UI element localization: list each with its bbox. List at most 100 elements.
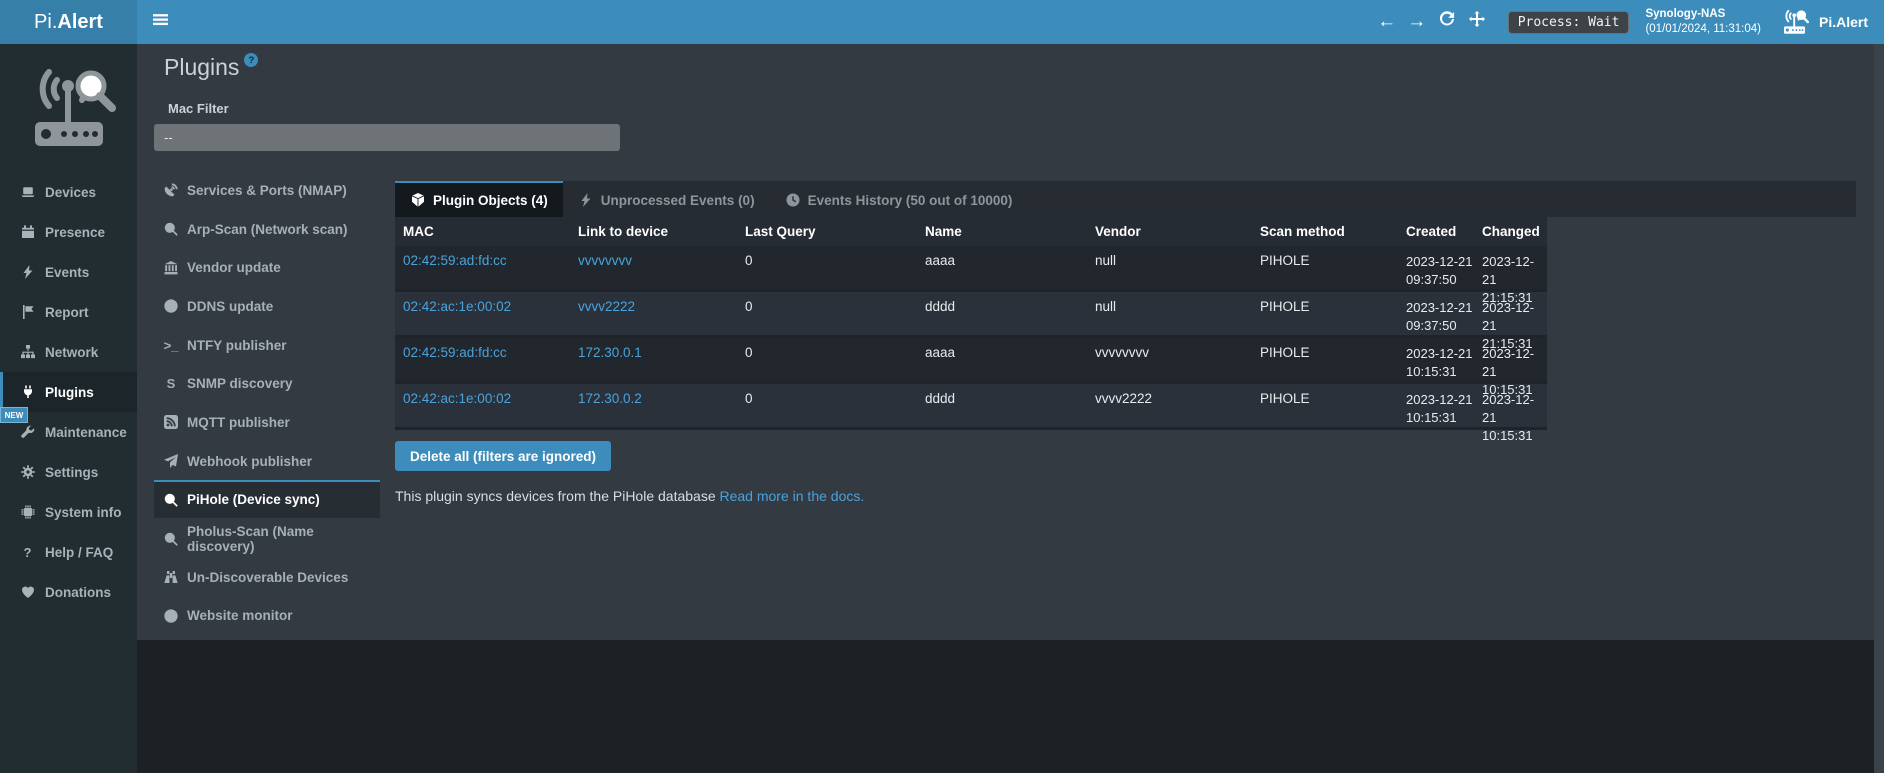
plugin-description-text: This plugin syncs devices from the PiHol… (395, 488, 716, 504)
plugin-item-un-discoverable-devices[interactable]: Un-Discoverable Devices (154, 557, 380, 596)
move-icon (1469, 11, 1485, 33)
sidebar-item-label: Network (45, 345, 98, 360)
plugin-item-label: Services & Ports (NMAP) (187, 183, 347, 198)
arrow-right-icon: → (1407, 11, 1426, 33)
cell-created: 2023-12-21 10:15:31 (1402, 345, 1478, 381)
table-row: 02:42:ac:1e:00:02172.30.0.20ddddvvvv2222… (395, 384, 1547, 430)
plugin-item-mqtt-publisher[interactable]: MQTT publisher (154, 402, 380, 441)
cell-scan-method: PIHOLE (1252, 299, 1402, 314)
content-panel: Plugins ? Mac Filter Services & Ports (N… (137, 44, 1884, 640)
plugin-item-pihole-device-sync[interactable]: PiHole (Device sync) (154, 480, 380, 519)
read-docs-link[interactable]: Read more in the docs. (720, 488, 865, 504)
sidebar-item-devices[interactable]: Devices (0, 172, 137, 212)
cell-mac[interactable]: 02:42:59:ad:fd:cc (395, 345, 570, 360)
sidebar-item-report[interactable]: Report (0, 292, 137, 332)
sidebar-item-network[interactable]: Network (0, 332, 137, 372)
cell-link[interactable]: 172.30.0.2 (570, 391, 737, 406)
bolt-icon (19, 265, 36, 279)
column-header-last-query: Last Query (737, 224, 917, 239)
search-icon (163, 493, 179, 507)
cell-mac[interactable]: 02:42:59:ad:fd:cc (395, 253, 570, 268)
device-info: Synology-NAS (01/01/2024, 11:31:04) (1645, 7, 1761, 37)
tab-plugin-objects-4[interactable]: Plugin Objects (4) (395, 181, 563, 217)
refresh-button[interactable] (1432, 0, 1462, 44)
move-button[interactable] (1462, 0, 1492, 44)
cell-mac[interactable]: 02:42:ac:1e:00:02 (395, 299, 570, 314)
cell-created: 2023-12-21 09:37:50 (1402, 299, 1478, 335)
column-header-mac: MAC (395, 224, 570, 239)
cell-link[interactable]: 172.30.0.1 (570, 345, 737, 360)
flag-icon (19, 305, 36, 319)
cell-link[interactable]: vvvvvvvv (570, 253, 737, 268)
forward-button[interactable]: → (1402, 0, 1432, 44)
sidebar-item-label: Devices (45, 185, 96, 200)
hamburger-icon (153, 12, 168, 32)
cell-name: dddd (917, 391, 1087, 406)
terminal-icon: >_ (163, 339, 179, 352)
plugin-item-ntfy-publisher[interactable]: >_NTFY publisher (154, 325, 380, 364)
sidebar-item-label: Donations (45, 585, 111, 600)
plugin-item-website-monitor[interactable]: Website monitor (154, 596, 380, 635)
brand-text-bold: Alert (57, 11, 103, 34)
sidebar-item-settings[interactable]: Settings (0, 452, 137, 492)
cell-last-query: 0 (737, 345, 917, 360)
plugin-item-label: SNMP discovery (187, 376, 293, 391)
cell-last-query: 0 (737, 253, 917, 268)
cell-vendor: vvvv2222 (1087, 391, 1252, 406)
sidebar-item-presence[interactable]: Presence (0, 212, 137, 252)
cell-changed: 2023-12-21 10:15:31 (1478, 391, 1547, 445)
sidebar-toggle-button[interactable] (137, 0, 183, 44)
cell-name: aaaa (917, 253, 1087, 268)
page-title: Plugins (164, 55, 239, 80)
plugin-item-webhook-publisher[interactable]: Webhook publisher (154, 441, 380, 480)
plugin-item-services-ports-nmap[interactable]: Services & Ports (NMAP) (154, 170, 380, 209)
microchip-icon (19, 505, 36, 519)
mac-filter-input[interactable] (154, 124, 620, 151)
back-button[interactable]: ← (1372, 0, 1402, 44)
cell-scan-method: PIHOLE (1252, 253, 1402, 268)
laptop-icon (19, 185, 36, 199)
plugin-item-arp-scan-network-scan[interactable]: Arp-Scan (Network scan) (154, 209, 380, 248)
table-row: 02:42:59:ad:fd:ccvvvvvvvv0aaaanullPIHOLE… (395, 246, 1547, 292)
search-icon (163, 532, 179, 546)
page-scrollbar[interactable] (1874, 44, 1884, 773)
content-area: Plugins ? Mac Filter Services & Ports (N… (137, 44, 1884, 773)
column-header-vendor: Vendor (1087, 224, 1252, 239)
sidebar-item-events[interactable]: Events (0, 252, 137, 292)
delete-all-button[interactable]: Delete all (filters are ignored) (395, 441, 611, 471)
brand-logo[interactable]: Pi.Alert (0, 0, 137, 44)
sidebar-item-donations[interactable]: Donations (0, 572, 137, 612)
plugin-item-label: Webhook publisher (187, 454, 312, 469)
help-badge[interactable]: ? (244, 53, 258, 67)
plugin-item-vendor-update[interactable]: Vendor update (154, 247, 380, 286)
plugin-description: This plugin syncs devices from the PiHol… (395, 488, 1856, 504)
cell-link[interactable]: vvvv2222 (570, 299, 737, 314)
tab-unprocessed-events-0[interactable]: Unprocessed Events (0) (563, 181, 770, 217)
plugin-item-ddns-update[interactable]: DDNS update (154, 286, 380, 325)
tab-events-history-50-out-of-10000[interactable]: Events History (50 out of 10000) (770, 181, 1028, 217)
column-header-changed: Changed (1478, 224, 1547, 239)
refresh-icon (1439, 11, 1455, 33)
sidebar-item-label: Maintenance (45, 425, 127, 440)
plugin-item-label: Website monitor (187, 608, 293, 623)
plugin-item-snmp-discovery[interactable]: SSNMP discovery (154, 363, 380, 402)
sidebar-item-label: Help / FAQ (45, 545, 113, 560)
plugin-item-pholus-scan-name-discovery[interactable]: Pholus-Scan (Name discovery) (154, 518, 380, 557)
sidebar-menu: Devices Presence EventsReport Network Plugin… (0, 172, 137, 612)
sidebar-item-label: System info (45, 505, 122, 520)
sidebar-item-label: Presence (45, 225, 105, 240)
table-body: 02:42:59:ad:fd:ccvvvvvvvv0aaaanullPIHOLE… (395, 246, 1547, 430)
plugin-item-label: DDNS update (187, 299, 273, 314)
plugin-item-label: Arp-Scan (Network scan) (187, 222, 348, 237)
cell-vendor: vvvvvvvv (1087, 345, 1252, 360)
cell-mac[interactable]: 02:42:ac:1e:00:02 (395, 391, 570, 406)
table-header-row: MACLink to deviceLast QueryNameVendorSca… (395, 217, 1547, 246)
sidebar-item-plugins[interactable]: Plugins (0, 372, 137, 412)
app-name-label: Pi.Alert (1819, 14, 1868, 30)
globe-icon (163, 609, 179, 623)
arrow-left-icon: ← (1377, 11, 1396, 33)
sidebar-item-help-faq[interactable]: ?Help / FAQ (0, 532, 137, 572)
calendar-icon (19, 225, 36, 239)
plugin-item-label: Un-Discoverable Devices (187, 570, 348, 585)
sidebar-item-system-info[interactable]: System info (0, 492, 137, 532)
